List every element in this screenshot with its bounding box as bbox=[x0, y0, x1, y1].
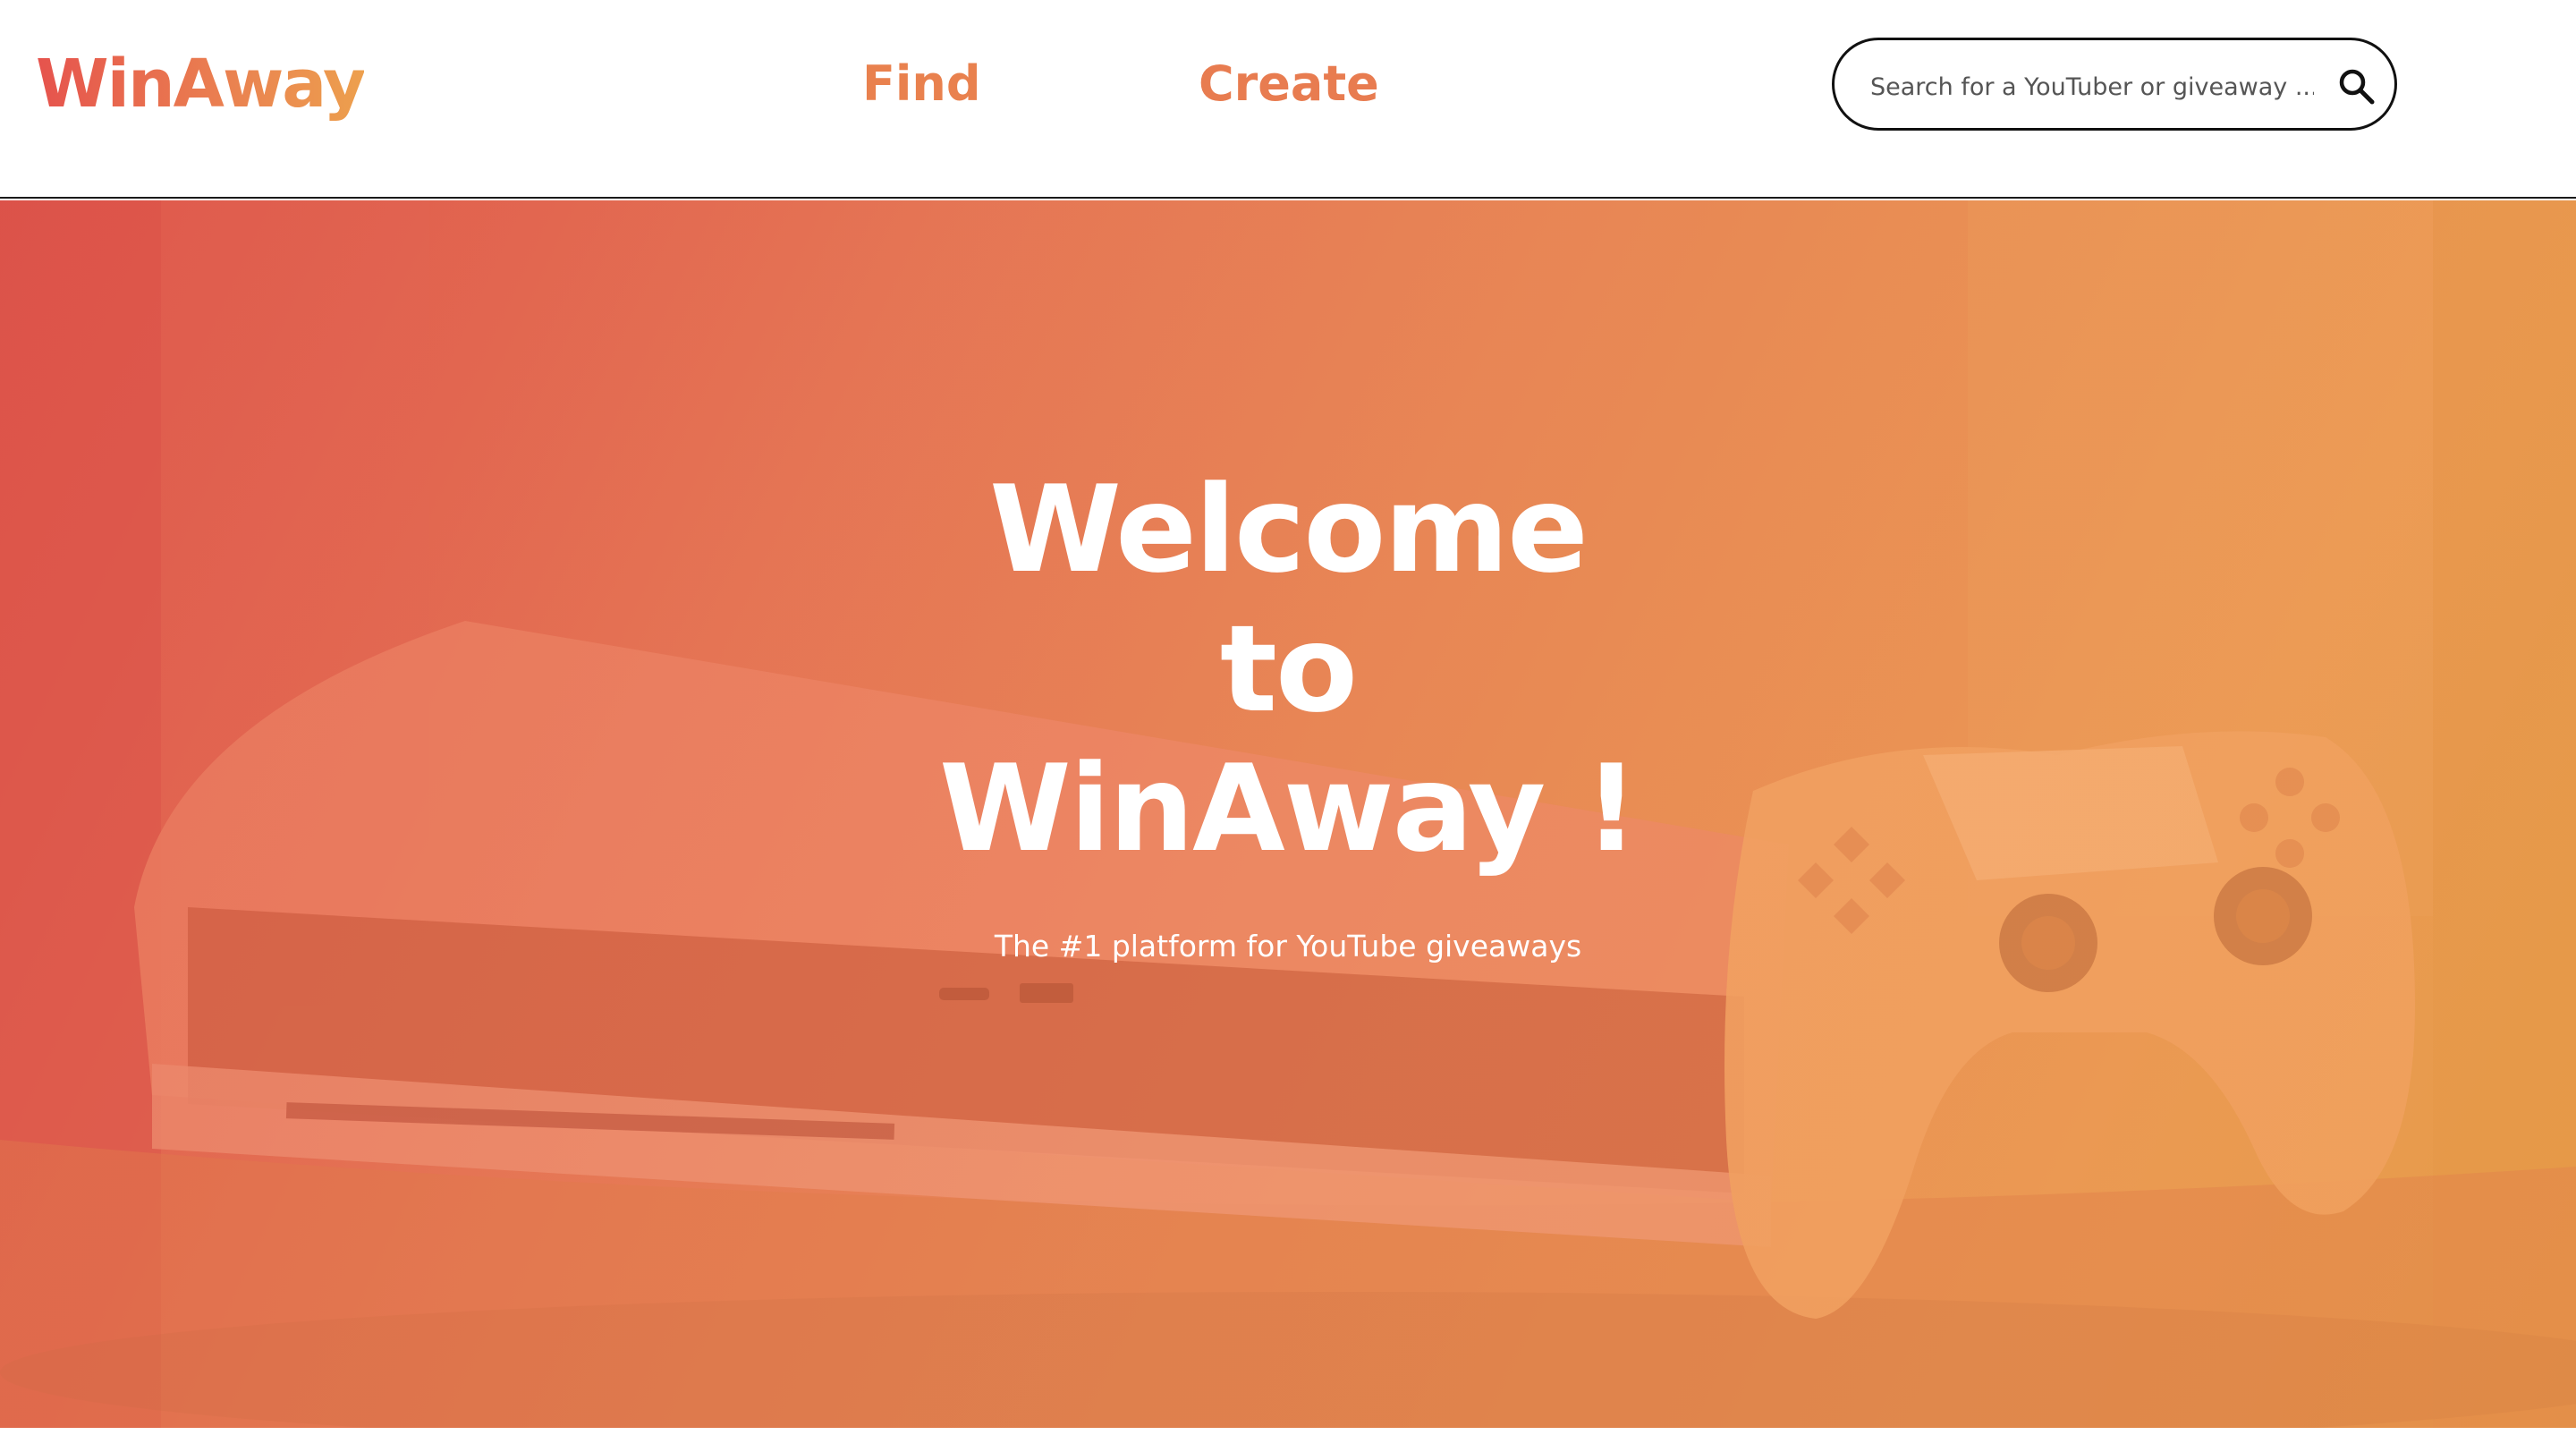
nav-create-link[interactable]: Create bbox=[1199, 52, 1379, 116]
hero-title-line: Welcome bbox=[989, 460, 1589, 599]
hero-title-line: to bbox=[1219, 599, 1358, 739]
page-bottom-strip bbox=[0, 1428, 2576, 1435]
hero-title: Welcome to WinAway ! bbox=[751, 460, 1825, 879]
nav-find-link[interactable]: Find bbox=[862, 52, 981, 116]
hero-title-line: WinAway ! bbox=[938, 739, 1639, 879]
search-bar bbox=[1832, 38, 2397, 131]
search-icon[interactable] bbox=[2337, 67, 2377, 106]
hero-subtitle: The #1 platform for YouTube giveaways bbox=[994, 929, 1582, 964]
search-input[interactable] bbox=[1870, 62, 2314, 112]
logo[interactable]: WinAway bbox=[36, 47, 366, 122]
hero-banner: Welcome to WinAway ! The #1 platform for… bbox=[0, 200, 2576, 1428]
site-header: WinAway Find Create bbox=[0, 0, 2576, 199]
